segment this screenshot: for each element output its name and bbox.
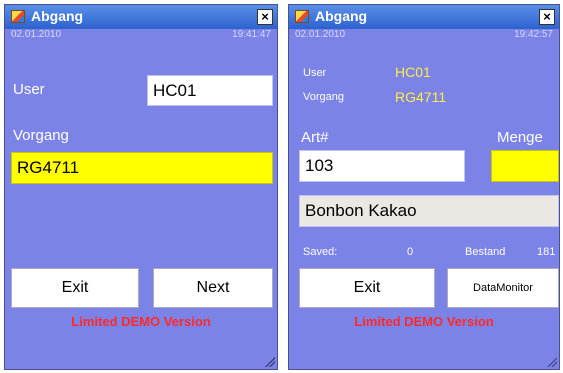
saved-label: Saved: — [303, 246, 338, 258]
resize-grip-icon[interactable] — [265, 357, 275, 367]
user-label: User — [303, 67, 327, 79]
status-line: 02.01.2010 19:42:57 — [289, 29, 559, 41]
app-icon — [295, 10, 309, 23]
date-text: 02.01.2010 — [11, 29, 62, 40]
window-title: Abgang — [315, 8, 368, 24]
product-name-field: Bonbon Kakao — [299, 195, 559, 227]
abgang-window-login: Abgang × 02.01.2010 19:41:47 User HC01 V… — [4, 4, 278, 370]
vorgang-value: RG4711 — [395, 89, 447, 105]
bestand-value: 181 — [537, 246, 556, 258]
title-bar: Abgang × — [5, 5, 277, 29]
menge-label: Menge — [497, 129, 543, 146]
next-button[interactable]: Next — [153, 268, 273, 308]
close-button[interactable]: × — [539, 9, 555, 25]
bestand-label: Bestand — [465, 246, 506, 258]
time-text: 19:42:57 — [514, 29, 553, 40]
datamonitor-button[interactable]: DataMonitor — [447, 268, 559, 308]
user-label: User — [13, 81, 45, 98]
app-icon — [11, 10, 25, 23]
menge-field[interactable] — [491, 150, 559, 182]
close-button[interactable]: × — [257, 9, 273, 25]
abgang-window-entry: Abgang × 02.01.2010 19:42:57 User HC01 V… — [288, 4, 560, 370]
user-field[interactable]: HC01 — [147, 75, 273, 106]
vorgang-label: Vorgang — [303, 91, 344, 103]
date-text: 02.01.2010 — [295, 29, 346, 40]
resize-grip-icon[interactable] — [547, 357, 557, 367]
saved-value: 0 — [407, 246, 414, 258]
title-bar: Abgang × — [289, 5, 559, 29]
demo-notice: Limited DEMO Version — [71, 314, 211, 329]
exit-button[interactable]: Exit — [299, 268, 435, 308]
user-value: HC01 — [395, 64, 431, 80]
window-title: Abgang — [31, 8, 84, 24]
time-text: 19:41:47 — [232, 29, 271, 40]
art-field[interactable]: 103 — [299, 150, 465, 182]
vorgang-field[interactable]: RG4711 — [11, 152, 273, 184]
status-line: 02.01.2010 19:41:47 — [5, 29, 277, 41]
exit-button[interactable]: Exit — [11, 268, 139, 308]
art-label: Art# — [301, 129, 329, 146]
vorgang-label: Vorgang — [13, 127, 69, 144]
demo-notice: Limited DEMO Version — [354, 314, 494, 329]
